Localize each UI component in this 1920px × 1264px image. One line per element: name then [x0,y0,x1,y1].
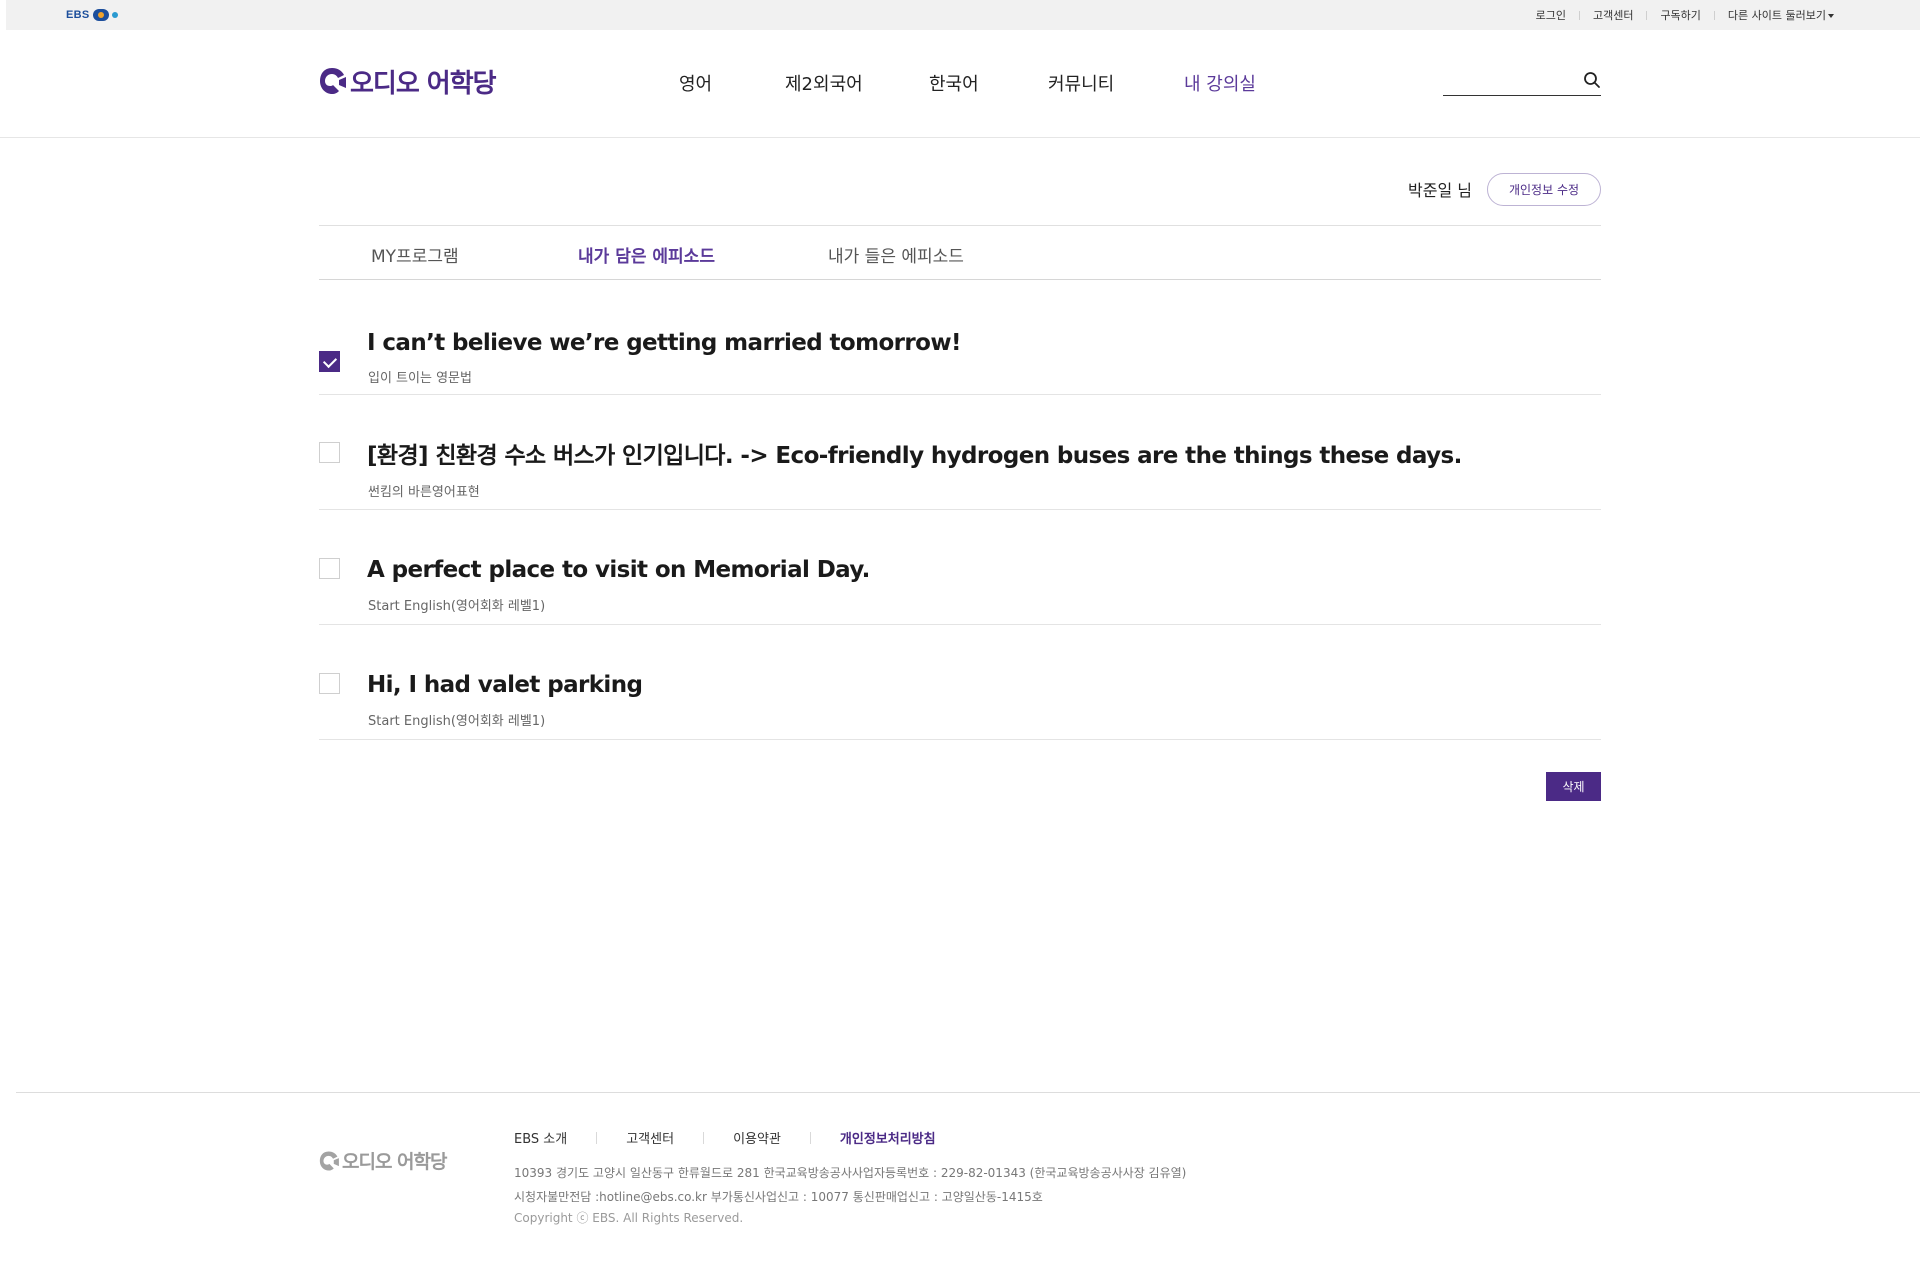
nav-korean[interactable]: 한국어 [929,70,979,96]
caret-down-icon [1828,14,1834,18]
nav-second-language[interactable]: 제2외국어 [785,70,863,96]
nav-english[interactable]: 영어 [679,70,712,96]
search-input[interactable] [1443,66,1573,94]
list-item: I can’t believe we’re getting married to… [319,280,1601,395]
footer-copyright: Copyright ⓒ EBS. All Rights Reserved. [514,1211,744,1225]
list-item: [환경] 친환경 수소 버스가 인기입니다. -> Eco-friendly h… [319,395,1601,510]
footer-link-about-ebs[interactable]: EBS 소개 [514,1128,596,1147]
episode-list: I can’t believe we’re getting married to… [319,280,1601,740]
ebs-dot-icon [111,12,118,18]
user-name: 박준일 님 [1408,181,1472,200]
episode-checkbox[interactable] [319,351,340,372]
ebs-mark-icon [92,9,109,21]
episode-program: 입이 트이는 영문법 [368,371,472,386]
other-sites-dropdown[interactable]: 다른 사이트 둘러보기 [1715,7,1847,23]
episode-program: Start English(영어회화 레벨1) [368,714,546,729]
tab-saved-episodes[interactable]: 내가 담은 에피소드 [578,242,715,267]
other-sites-label: 다른 사이트 둘러보기 [1727,9,1826,22]
site-header: 오디오 어학당 영어 제2외국어 한국어 커뮤니티 내 강의실 [0,30,1920,138]
top-utility-bar: EBS 로그인 고객센터 구독하기 다른 사이트 둘러보기 [6,0,1920,30]
footer-logo-text: 오디오 어학당 [342,1151,447,1173]
footer-link-customer-center[interactable]: 고객센터 [597,1128,703,1147]
main-navigation: 영어 제2외국어 한국어 커뮤니티 내 강의실 [0,30,1920,138]
episode-title[interactable]: Hi, I had valet parking [367,674,643,697]
footer-link-privacy[interactable]: 개인정보처리방침 [811,1128,965,1147]
footer-logo: 오디오 어학당 [319,1147,447,1174]
ebs-logo-text: EBS [66,9,90,21]
episode-title[interactable]: A perfect place to visit on Memorial Day… [367,559,870,582]
footer-links: EBS 소개 고객센터 이용약관 개인정보처리방침 [514,1128,965,1147]
episode-program: Start English(영어회화 레벨1) [368,599,546,614]
footer-link-terms[interactable]: 이용약관 [704,1128,810,1147]
site-footer: 오디오 어학당 EBS 소개 고객센터 이용약관 개인정보처리방침 10393 … [16,1092,1920,1264]
episode-title[interactable]: [환경] 친환경 수소 버스가 인기입니다. -> Eco-friendly h… [367,445,1462,468]
delete-button[interactable]: 삭제 [1546,772,1601,801]
footer-address: 10393 경기도 고양시 일산동구 한류월드로 281 한국교육방송공사사업자… [514,1166,1187,1180]
episode-checkbox[interactable] [319,558,340,579]
classroom-tabs: MY프로그램 내가 담은 에피소드 내가 들은 에피소드 [319,225,1601,280]
nav-my-classroom[interactable]: 내 강의실 [1184,70,1256,96]
list-item: Hi, I had valet parking Start English(영어… [319,625,1601,740]
search-icon[interactable] [1583,71,1601,89]
footer-contact: 시청자불만전담 :hotline@ebs.co.kr 부가통신사업신고 : 10… [514,1190,1043,1204]
edit-profile-button[interactable]: 개인정보 수정 [1487,173,1601,206]
tab-my-programs[interactable]: MY프로그램 [371,242,459,267]
episode-checkbox[interactable] [319,673,340,694]
search-box [1443,66,1601,96]
subscribe-link[interactable]: 구독하기 [1647,7,1713,23]
episode-title[interactable]: I can’t believe we’re getting married to… [367,332,961,355]
episode-program: 썬킴의 바른영어표현 [368,485,480,500]
audio-logo-icon [319,1150,339,1171]
episode-checkbox[interactable] [319,442,340,463]
tab-listened-episodes[interactable]: 내가 들은 에피소드 [828,242,964,267]
nav-community[interactable]: 커뮤니티 [1048,70,1114,96]
ebs-logo[interactable]: EBS [66,7,118,23]
list-item: A perfect place to visit on Memorial Day… [319,510,1601,625]
login-link[interactable]: 로그인 [1523,7,1579,23]
footer-company-info: 10393 경기도 고양시 일산동구 한류월드로 281 한국교육방송공사사업자… [514,1161,1186,1209]
utility-links: 로그인 고객센터 구독하기 다른 사이트 둘러보기 [1523,0,1847,30]
customer-center-link[interactable]: 고객센터 [1580,7,1646,23]
